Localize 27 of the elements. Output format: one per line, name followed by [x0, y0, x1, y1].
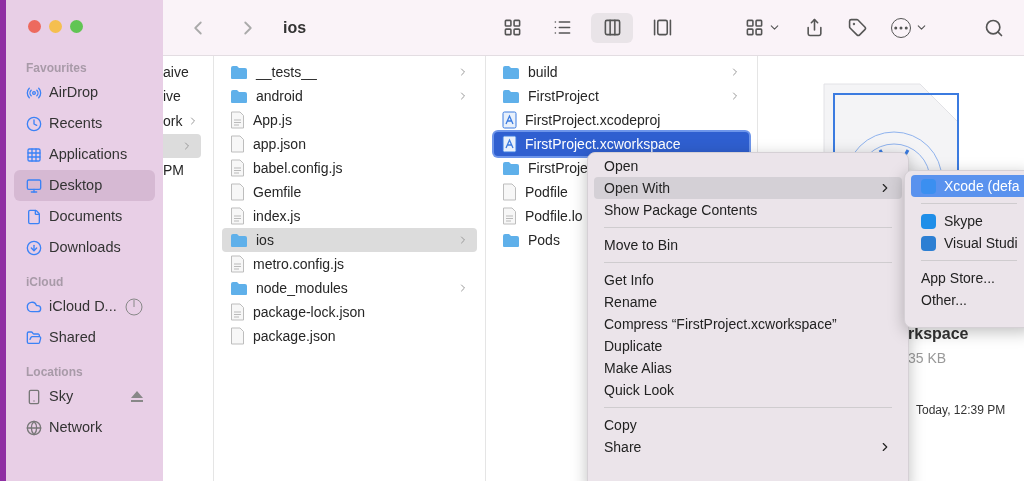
file-name: FirstProject.xcworkspace: [525, 134, 681, 154]
file-name: __tests__: [256, 62, 317, 82]
file-name: ios: [256, 230, 274, 250]
file-name: app.json: [253, 134, 306, 154]
window-title: ios: [283, 17, 307, 38]
file-name: metro.config.js: [253, 254, 345, 274]
file-name: Podfile: [525, 182, 568, 202]
sidebar-heading: Favourites: [25, 60, 88, 77]
file-name: node_modules: [256, 278, 348, 298]
file-name: index.js: [253, 206, 301, 226]
sidebar-heading: iCloud: [25, 274, 65, 291]
sidebar-heading: Locations: [25, 364, 84, 381]
file-name: FirstProject.xcodeproj: [525, 110, 661, 130]
file-name: babel.config.js: [253, 158, 343, 178]
preview-size: 35 KB: [908, 349, 947, 368]
file-name: Gemfile: [253, 182, 302, 202]
file-name: android: [256, 86, 303, 106]
preview-date: Today, 12:39 PM: [915, 402, 1006, 419]
file-name: Pods: [528, 230, 560, 250]
file-name: FirstProject: [528, 86, 599, 106]
file-name: Podfile.lo: [525, 206, 583, 226]
file-name: package-lock.json: [253, 302, 366, 322]
file-name: build: [528, 62, 558, 82]
file-name: FirstProje: [528, 158, 588, 178]
preview-filename: rkspace: [908, 324, 969, 344]
file-name: package.json: [253, 326, 336, 346]
file-name: App.js: [253, 110, 292, 130]
